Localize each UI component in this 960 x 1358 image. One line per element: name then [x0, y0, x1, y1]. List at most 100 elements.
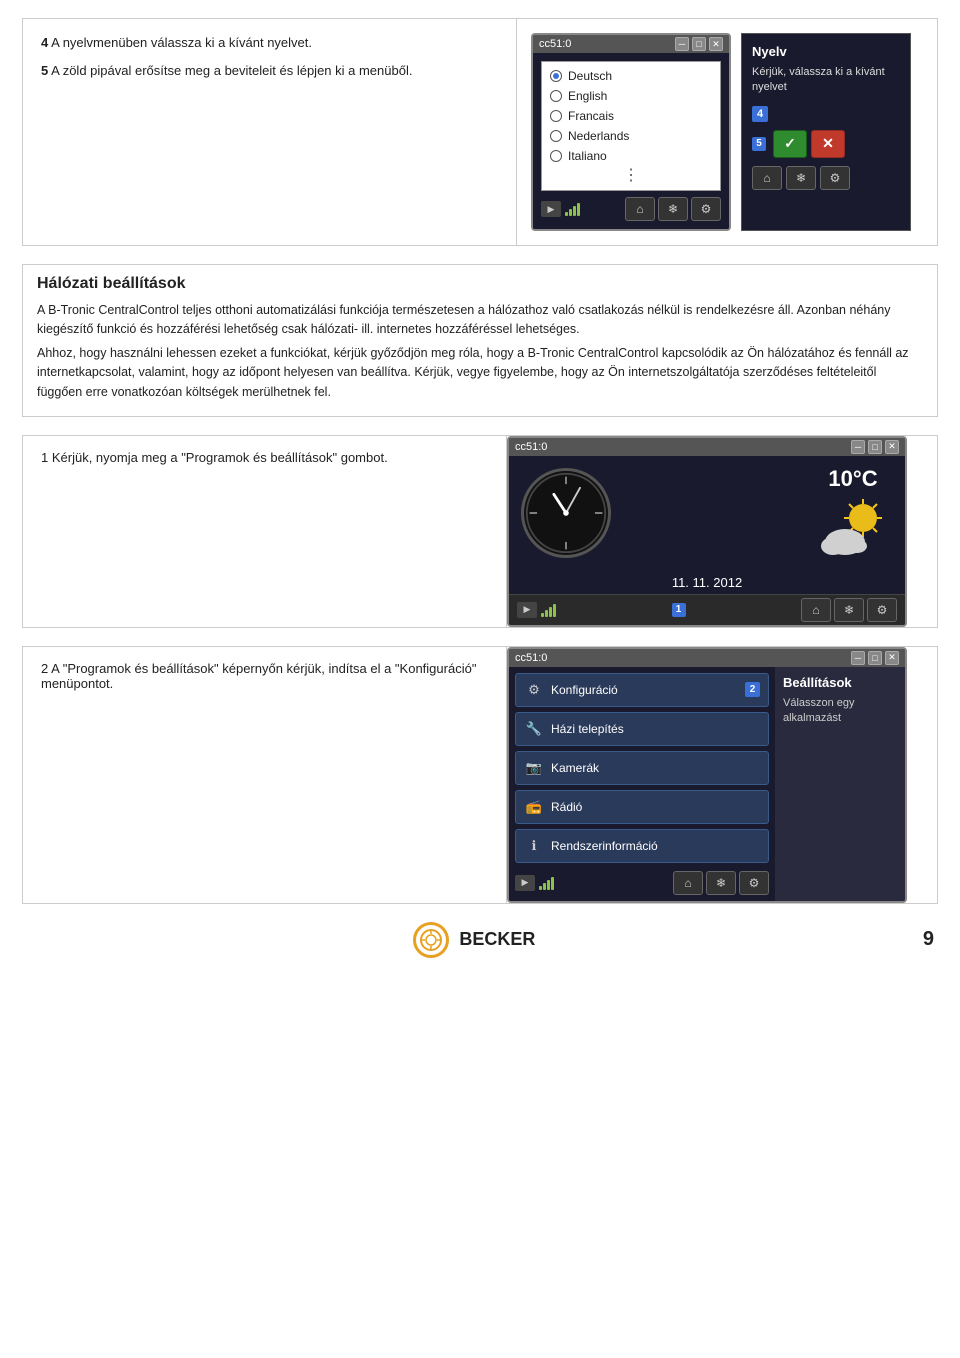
cc51-clock-nav-left: ▶	[517, 602, 556, 618]
nyelv-bottom-icons: ⌂ ❄ ⚙	[752, 166, 900, 190]
signal-bars	[565, 202, 580, 216]
menu-item-kamerak[interactable]: 📷 Kamerák	[515, 751, 769, 785]
confirm-button[interactable]: ✓	[773, 130, 807, 158]
cc51-clock-titlebar: cc51:0 ─ □ ✕	[509, 438, 905, 456]
cc51-maximize-btn[interactable]: □	[692, 37, 706, 51]
cc51-clock-maximize[interactable]: □	[868, 440, 882, 454]
lang-item-francais[interactable]: Francais	[542, 106, 720, 126]
cc51-config-titlebar-btns: ─ □ ✕	[851, 651, 899, 665]
top-right-screen: cc51:0 ─ □ ✕ Deutsch	[517, 19, 937, 245]
bottom-row2: 2 A "Programok és beállítások" képernyőn…	[22, 646, 938, 904]
step5-inline-badge: 5	[752, 137, 766, 151]
clock-snow-btn[interactable]: ❄	[834, 598, 864, 622]
hazi-icon: 🔧	[524, 719, 544, 739]
clock-gear-btn[interactable]: ⚙	[867, 598, 897, 622]
step4-badge-area: 4	[752, 106, 900, 122]
sig1	[541, 613, 544, 617]
clock-nav-icon: ▶	[517, 602, 537, 618]
cc51-lang-window: cc51:0 ─ □ ✕ Deutsch	[531, 33, 731, 231]
nyelv-title: Nyelv	[752, 44, 900, 59]
signal-bar-3	[573, 206, 576, 216]
nyelv-home-btn[interactable]: ⌂	[752, 166, 782, 190]
nyelv-snow-btn[interactable]: ❄	[786, 166, 816, 190]
cc51-config-minimize[interactable]: ─	[851, 651, 865, 665]
config-nav-bar: ▶ ⌂ ❄ ⚙	[515, 871, 769, 895]
csig2	[543, 883, 546, 890]
home-btn[interactable]: ⌂	[625, 197, 655, 221]
nyelv-gear-btn[interactable]: ⚙	[820, 166, 850, 190]
becker-branding: BECKER	[413, 922, 535, 958]
top-section: 4 A nyelvmenüben válassza ki a kívánt ny…	[22, 18, 938, 246]
config-nav-left: ▶	[515, 875, 554, 891]
menu-item-konfig[interactable]: ⚙ Konfiguráció 2	[515, 673, 769, 707]
lang-item-nederlands[interactable]: Nederlands	[542, 126, 720, 146]
cc51-config-close[interactable]: ✕	[885, 651, 899, 665]
step4-text: 4 A nyelvmenüben válassza ki a kívánt ny…	[41, 33, 498, 53]
konfig-badge: 2	[745, 682, 760, 697]
lang-item-deutsch[interactable]: Deutsch	[542, 66, 720, 86]
config-nav-icon: ▶	[515, 875, 535, 891]
step2-text: 2 A "Programok és beállítások" képernyőn…	[41, 661, 488, 691]
cc51-lang-home-btns: ⌂ ❄ ⚙	[625, 197, 721, 221]
step5-btn-area: 5 ✓ ✕	[752, 130, 900, 158]
date-area: 11. 11. 2012	[509, 571, 905, 594]
menu-item-hazi[interactable]: 🔧 Házi telepítés	[515, 712, 769, 746]
signal-bar-4	[577, 203, 580, 216]
cc51-close-btn[interactable]: ✕	[709, 37, 723, 51]
clock-nav-badges: 1	[672, 603, 686, 617]
snow-btn[interactable]: ❄	[658, 197, 688, 221]
config-menu: ⚙ Konfiguráció 2 🔧 Házi telepítés 📷	[509, 667, 775, 901]
rendszer-label: Rendszerinformáció	[551, 839, 658, 853]
cc51-lang-titlebar: cc51:0 ─ □ ✕	[533, 35, 729, 53]
middle-para2: Ahhoz, hogy használni lehessen ezeket a …	[23, 344, 937, 402]
top-left-instructions: 4 A nyelvmenüben válassza ki a kívánt ny…	[23, 19, 517, 245]
radio-deutsch	[550, 70, 562, 82]
clock-area: 10°C	[509, 456, 905, 571]
cc51-clock-close[interactable]: ✕	[885, 440, 899, 454]
date-label: 11. 11. 2012	[672, 571, 742, 594]
middle-para1: A B-Tronic CentralControl teljes otthoni…	[23, 301, 937, 340]
cc51-clock-minimize[interactable]: ─	[851, 440, 865, 454]
sig4	[553, 604, 556, 617]
csig3	[547, 880, 550, 890]
cc51-clock-titlebar-btns: ─ □ ✕	[851, 440, 899, 454]
lang-more-dots: ⋮	[542, 166, 720, 186]
menu-item-rendszer[interactable]: ℹ Rendszerinformáció	[515, 829, 769, 863]
cancel-icon: ✕	[822, 135, 834, 152]
step5-text: 5 A zöld pipával erősítse meg a bevitele…	[41, 61, 498, 81]
cancel-button[interactable]: ✕	[811, 130, 845, 158]
temperature: 10°C	[828, 466, 877, 492]
radio-nederlands	[550, 130, 562, 142]
menu-item-radio[interactable]: 📻 Rádió	[515, 790, 769, 824]
bottom2-left: 2 A "Programok és beállítások" képernyőn…	[23, 647, 507, 903]
config-snow-btn[interactable]: ❄	[706, 871, 736, 895]
bottom2-right: cc51:0 ─ □ ✕ ⚙ Konfiguráció 2	[507, 647, 937, 903]
step1-text: 1 Kérjük, nyomja meg a "Programok és beá…	[41, 450, 488, 465]
clock-home-btn[interactable]: ⌂	[801, 598, 831, 622]
config-right-title: Beállítások	[783, 675, 897, 690]
gear-btn[interactable]: ⚙	[691, 197, 721, 221]
step1-num: 1	[41, 450, 48, 465]
step5-badge: 5	[41, 63, 48, 78]
radio-deutsch-inner	[553, 73, 559, 79]
cc51-clock-title: cc51:0	[515, 441, 547, 453]
cc51-minimize-btn[interactable]: ─	[675, 37, 689, 51]
page-footer: BECKER 9	[22, 922, 938, 958]
csig4	[551, 877, 554, 890]
cc51-config-window: cc51:0 ─ □ ✕ ⚙ Konfiguráció 2	[507, 647, 907, 903]
config-panel: ⚙ Konfiguráció 2 🔧 Házi telepítés 📷	[509, 667, 905, 901]
cc51-config-maximize[interactable]: □	[868, 651, 882, 665]
sig2	[545, 610, 548, 617]
cc51-lang-titlebar-btns: ─ □ ✕	[675, 37, 723, 51]
config-home-btn[interactable]: ⌂	[673, 871, 703, 895]
cc51-lang-title: cc51:0	[539, 38, 571, 50]
cc51-config-titlebar: cc51:0 ─ □ ✕	[509, 649, 905, 667]
lang-label-english: English	[568, 89, 607, 103]
config-gear-btn[interactable]: ⚙	[739, 871, 769, 895]
middle-section: Hálózati beállítások A B-Tronic CentralC…	[22, 264, 938, 417]
radio-icon: 📻	[524, 797, 544, 817]
nyelv-desc: Kérjük, válassza ki a kívánt nyelvet	[752, 65, 900, 96]
csig1	[539, 886, 542, 890]
lang-item-english[interactable]: English	[542, 86, 720, 106]
lang-item-italiano[interactable]: Italiano	[542, 146, 720, 166]
